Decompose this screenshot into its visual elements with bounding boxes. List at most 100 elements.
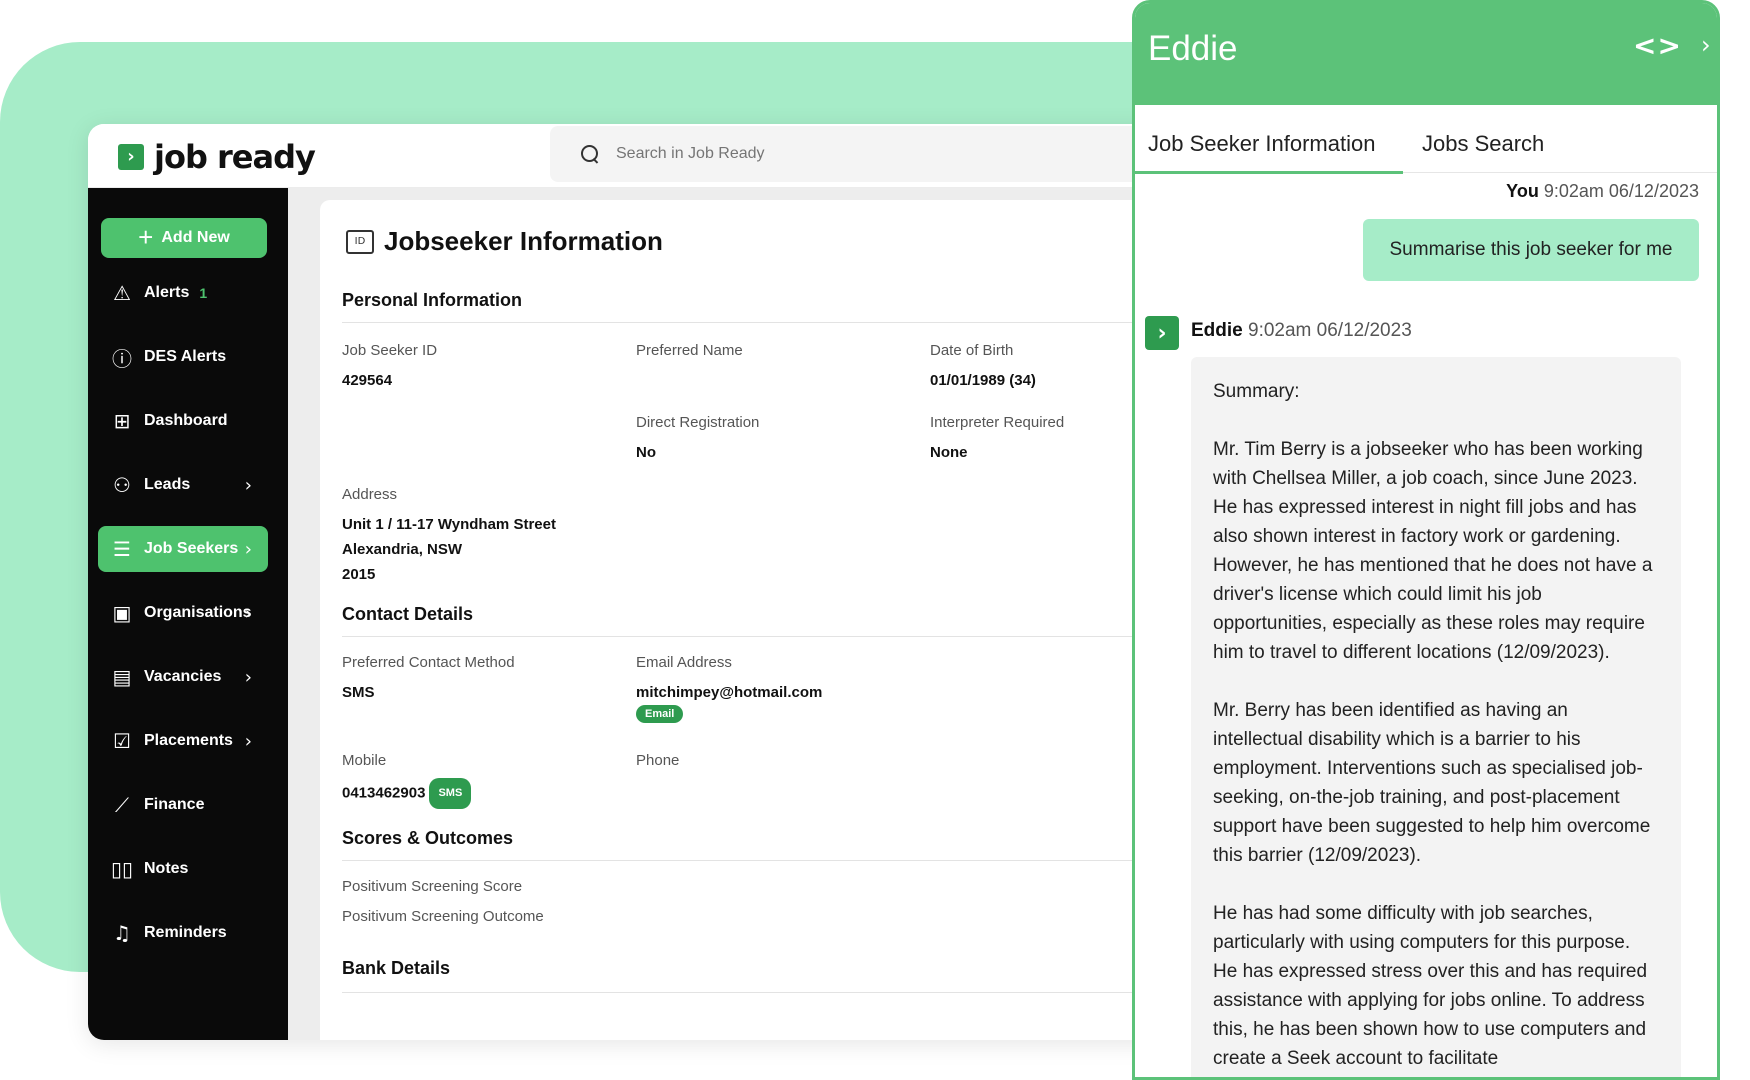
document-icon: ▤	[112, 665, 132, 689]
user-message-meta: You 9:02am 06/12/2023	[1506, 181, 1699, 202]
sidebar-item-label: Finance	[144, 796, 205, 813]
field-address: Address Unit 1 / 11-17 Wyndham Street Al…	[342, 486, 556, 587]
section-personal-information: Personal Information	[342, 290, 523, 310]
logo-text: job ready	[154, 138, 316, 176]
divider	[342, 636, 1238, 637]
address-line-2: Alexandria, NSW	[342, 541, 463, 558]
field-value: No	[636, 444, 656, 461]
plus-icon: +	[138, 221, 154, 252]
tab-job-seeker-information[interactable]: Job Seeker Information	[1148, 131, 1375, 157]
address-line-3: 2015	[342, 566, 376, 583]
bell-icon: ♫	[113, 921, 131, 945]
building-icon: ▣	[112, 601, 132, 625]
field-interpreter-required: Interpreter Required None	[930, 414, 1064, 465]
divider	[342, 992, 1238, 993]
field-label: Job Seeker ID	[342, 342, 438, 359]
add-new-label: Add New	[161, 229, 230, 246]
user-name: You	[1506, 181, 1539, 201]
logo-chevron-icon: ›	[118, 144, 144, 170]
user-timestamp: 9:02am 06/12/2023	[1543, 181, 1699, 201]
page-title: Jobseeker Information	[384, 226, 663, 256]
alerts-count-badge: 1	[199, 285, 208, 301]
field-label: Mobile	[342, 752, 387, 769]
section-bank-details: Bank Details	[342, 958, 451, 978]
bot-message-meta: Eddie 9:02am 06/12/2023	[1191, 320, 1412, 342]
logo[interactable]: › job ready	[118, 138, 316, 176]
chevron-right-icon: ›	[244, 474, 252, 496]
email-badge[interactable]: Email	[636, 705, 684, 724]
page-header: ID Jobseeker Information	[346, 226, 663, 257]
field-preferred-name: Preferred Name	[636, 342, 743, 368]
section-scores-outcomes: Scores & Outcomes	[342, 828, 514, 848]
field-label: Positivum Screening Outcome	[342, 908, 544, 925]
book-icon: ▯▯	[110, 857, 133, 881]
sidebar-item-organisations[interactable]: ▣ Organisations ›	[98, 590, 268, 636]
active-tab-indicator	[1135, 171, 1403, 174]
sidebar-item-label: Vacancies	[144, 668, 222, 685]
info-circle-icon: ⓘ	[112, 346, 132, 371]
field-value: SMS	[342, 684, 375, 701]
sidebar-item-notes[interactable]: ▯▯ Notes	[98, 846, 268, 892]
sidebar-item-leads[interactable]: ⚇ Leads ›	[98, 462, 268, 508]
sidebar-item-dashboard[interactable]: ⊞ Dashboard	[98, 398, 268, 444]
address-line-1: Unit 1 / 11-17 Wyndham Street	[342, 516, 556, 533]
code-icon[interactable]: <>	[1633, 29, 1682, 62]
field-mobile: Mobile 0413462903 SMS	[342, 752, 472, 809]
tab-jobs-search[interactable]: Jobs Search	[1422, 131, 1544, 157]
user-plus-icon: ⚇	[113, 473, 131, 497]
sidebar-item-finance[interactable]: ⟋ Finance	[98, 782, 268, 828]
bot-timestamp: 9:02am 06/12/2023	[1248, 320, 1412, 341]
field-label: Preferred Name	[636, 342, 743, 359]
search-input[interactable]	[616, 145, 1116, 163]
field-value: 0413462903 SMS	[342, 778, 472, 809]
field-value: 429564	[342, 372, 393, 389]
email-link[interactable]: mitchimpey@hotmail.com	[636, 680, 822, 705]
field-screening-score: Positivum Screening Score	[342, 878, 522, 895]
sidebar-item-reminders[interactable]: ♫ Reminders	[98, 910, 268, 956]
mobile-number: 0413462903	[342, 784, 426, 802]
section-contact-details: Contact Details	[342, 604, 474, 624]
field-label: Interpreter Required	[930, 414, 1065, 431]
field-screening-outcome: Positivum Screening Outcome	[342, 908, 544, 925]
grid-icon: ⊞	[113, 409, 131, 433]
field-label: Address	[342, 486, 398, 503]
user-list-icon: ☰	[113, 537, 131, 561]
eddie-assistant-panel: Eddie <> › Job Seeker Information Jobs S…	[1132, 0, 1720, 1080]
stage: › job ready + Add New ⚠ Alerts 1 ⓘ DES A…	[0, 0, 1750, 1080]
chevron-right-icon[interactable]: ›	[1701, 31, 1711, 59]
sidebar-item-placements[interactable]: ☑ Placements ›	[98, 718, 268, 764]
sms-badge[interactable]: SMS	[429, 778, 472, 809]
sidebar-item-job-seekers[interactable]: ☰ Job Seekers ›	[98, 526, 268, 572]
user-message-bubble: Summarise this job seeker for me	[1363, 219, 1699, 281]
divider	[342, 860, 1238, 861]
eddie-tabs: Job Seeker Information Jobs Search	[1135, 105, 1717, 174]
add-new-button[interactable]: + Add New	[101, 218, 267, 258]
summary-paragraph: He has had some difficulty with job sear…	[1213, 903, 1648, 1069]
search-icon	[580, 144, 600, 164]
sidebar-item-alerts[interactable]: ⚠ Alerts 1	[98, 270, 268, 316]
chevron-right-icon: ›	[244, 538, 252, 560]
field-label: Date of Birth	[930, 342, 1014, 359]
field-value: None	[930, 444, 968, 461]
chevron-right-icon: ›	[244, 666, 252, 688]
summary-paragraph: Mr. Tim Berry is a jobseeker who has bee…	[1213, 439, 1653, 663]
summary-paragraph: Mr. Berry has been identified as having …	[1213, 700, 1651, 866]
eddie-avatar-icon: ›	[1145, 316, 1179, 350]
field-phone: Phone	[636, 752, 679, 778]
bot-name: Eddie	[1191, 320, 1243, 341]
chart-line-icon: ⟋	[115, 793, 129, 817]
sidebar-item-label: Leads	[144, 476, 191, 493]
sidebar-item-label: Job Seekers	[144, 540, 239, 557]
sidebar-item-des-alerts[interactable]: ⓘ DES Alerts	[98, 334, 268, 380]
id-card-icon: ID	[346, 229, 374, 254]
sidebar-item-label: Dashboard	[144, 412, 228, 429]
eddie-title: Eddie	[1148, 29, 1238, 68]
sidebar-item-label: Alerts	[144, 284, 190, 301]
clipboard-icon: ☑	[113, 729, 131, 753]
content-area: ID Jobseeker Information Personal Inform…	[288, 188, 1238, 1040]
eddie-header: Eddie <> ›	[1135, 3, 1717, 105]
field-direct-registration: Direct Registration No	[636, 414, 759, 465]
field-label: Email Address	[636, 654, 732, 671]
summary-paragraph: Summary:	[1213, 381, 1300, 402]
sidebar-item-vacancies[interactable]: ▤ Vacancies ›	[98, 654, 268, 700]
